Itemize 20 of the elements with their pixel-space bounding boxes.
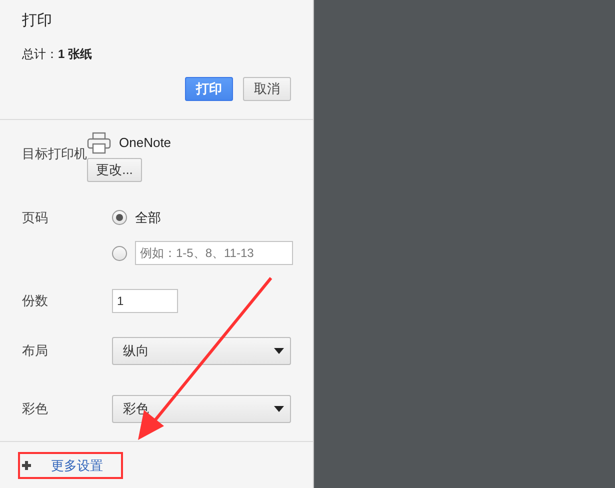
more-settings-link[interactable]: 更多设置: [51, 456, 103, 476]
change-button[interactable]: 更改...: [87, 158, 142, 182]
radio-button[interactable]: [112, 246, 127, 260]
caret-icon: [274, 348, 284, 354]
setting-label: 彩色: [22, 400, 49, 418]
setting-label: 份数: [22, 292, 49, 310]
setting-label: 布局: [22, 342, 49, 360]
printer-name: OneNote: [119, 134, 172, 152]
page-range-field[interactable]: 例如：1-5、8、11-13: [135, 241, 293, 265]
cancel-button[interactable]: 取消: [243, 76, 291, 100]
caret-icon: [274, 406, 284, 412]
copies-field[interactable]: 1: [112, 289, 178, 313]
setting-label: 页码: [22, 208, 49, 226]
printer-icon: [87, 132, 111, 154]
radio-button[interactable]: [112, 210, 127, 225]
dialog-title: 打印: [22, 11, 53, 31]
dropdown[interactable]: 纵向: [112, 337, 291, 365]
sheet-total: 总计：1 张纸: [22, 46, 94, 62]
setting-label: 目标打印机: [22, 146, 87, 160]
option-label: 全部: [135, 208, 161, 226]
